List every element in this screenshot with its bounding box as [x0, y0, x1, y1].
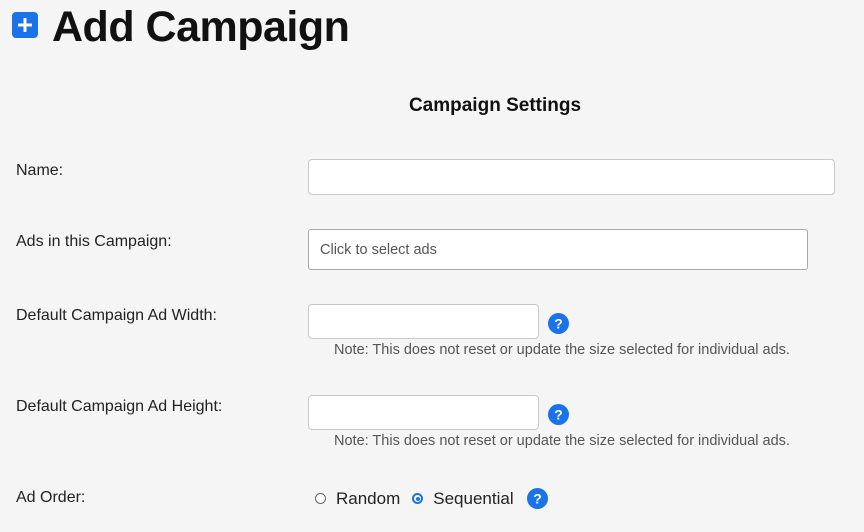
width-input[interactable] [308, 304, 539, 339]
page-title: Add Campaign [52, 3, 350, 51]
plus-icon [12, 12, 38, 38]
radio-random-label[interactable]: Random [336, 489, 400, 509]
page-header: Add Campaign [12, 2, 350, 52]
question-icon[interactable]: ? [526, 488, 548, 509]
question-icon[interactable]: ? [548, 313, 569, 334]
svg-text:?: ? [554, 407, 563, 423]
radio-sequential-label[interactable]: Sequential [433, 489, 513, 509]
height-note: Note: This does not reset or update the … [334, 433, 790, 449]
radio-sequential[interactable] [412, 493, 424, 504]
name-label: Name: [16, 162, 64, 179]
question-icon[interactable]: ? [548, 404, 569, 425]
section-title: Campaign Settings [408, 95, 582, 116]
svg-text:?: ? [554, 316, 563, 332]
ad-order-radio-group: Random Sequential ? [315, 488, 548, 509]
height-label: Default Campaign Ad Height: [16, 398, 223, 415]
width-note: Note: This does not reset or update the … [334, 342, 790, 358]
svg-text:?: ? [533, 491, 542, 507]
ads-select[interactable]: Click to select ads [308, 229, 808, 270]
radio-random[interactable] [315, 493, 326, 504]
height-input[interactable] [308, 395, 539, 430]
ads-label: Ads in this Campaign: [16, 233, 172, 250]
ad-order-label: Ad Order: [16, 489, 86, 506]
width-label: Default Campaign Ad Width: [16, 307, 217, 324]
name-input[interactable] [308, 159, 835, 195]
